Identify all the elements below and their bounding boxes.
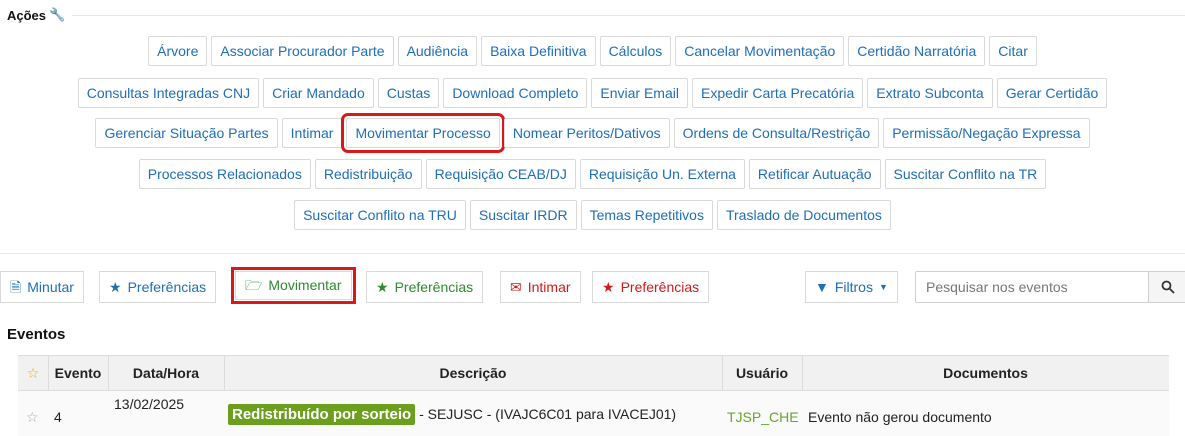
wrench-icon: 🔧 <box>49 7 66 22</box>
preferencias-minutar-button[interactable]: ★ Preferências <box>99 271 217 303</box>
star-header-icon[interactable]: ☆ <box>18 356 48 390</box>
acao-requisicao-un-externa[interactable]: Requisição Un. Externa <box>579 159 745 189</box>
row-star-icon[interactable]: ☆ <box>26 409 39 426</box>
acao-retificar-autuacao[interactable]: Retificar Autuação <box>748 159 881 189</box>
acao-traslado-documentos[interactable]: Traslado de Documentos <box>716 200 891 230</box>
eventos-toolbar: 🗎 Minutar ★ Preferências 🗁 Movimentar ★ … <box>0 267 1185 305</box>
intimar-label: Intimar <box>527 279 571 295</box>
col-documentos[interactable]: Documentos <box>802 356 1169 390</box>
movimentar-label: Movimentar <box>268 277 342 293</box>
eventos-table: ☆ Evento Data/Hora Descrição Usuário Doc… <box>18 355 1169 436</box>
acoes-row-2: Consultas Integradas CNJ Criar Mandado C… <box>0 78 1185 108</box>
acao-suscitar-conflito-tru[interactable]: Suscitar Conflito na TRU <box>294 200 466 230</box>
acao-expedir-carta-precatoria[interactable]: Expedir Carta Precatória <box>691 78 864 108</box>
section-divider <box>0 253 1185 254</box>
acoes-title-text: Ações <box>7 7 47 23</box>
preferencias-label: Preferências <box>394 279 474 295</box>
row-descricao: Redistribuído por sorteio - SEJUSC - (IV… <box>228 404 677 425</box>
acao-citar[interactable]: Citar <box>989 36 1037 66</box>
row-data-hora: 13/02/2025 <box>114 396 185 412</box>
envelope-icon: ✉ <box>510 279 522 295</box>
acao-ordens-consulta-restricao[interactable]: Ordens de Consulta/Restrição <box>673 118 880 148</box>
acao-temas-repetitivos[interactable]: Temas Repetitivos <box>580 200 713 230</box>
acoes-divider <box>72 15 1185 16</box>
star-icon: ★ <box>109 279 122 295</box>
acao-redistribuicao[interactable]: Redistribuição <box>314 159 422 189</box>
row-documentos: Evento não gerou documento <box>808 409 992 425</box>
acao-suscitar-conflito-tr[interactable]: Suscitar Conflito na TR <box>884 159 1047 189</box>
acao-arvore[interactable]: Árvore <box>148 36 208 66</box>
star-icon: ★ <box>376 279 389 295</box>
row-descricao-text: - SEJUSC - (IVAJC6C01 para IVACEJ01) <box>419 406 677 422</box>
minutar-button[interactable]: 🗎 Minutar <box>0 271 84 303</box>
filter-icon: ▼ <box>815 279 829 295</box>
filtros-button[interactable]: ▼ Filtros ▼ <box>805 271 898 303</box>
row-evento: 4 <box>54 409 62 425</box>
search-icon <box>1161 280 1175 294</box>
acao-calculos[interactable]: Cálculos <box>599 36 672 66</box>
acao-intimar[interactable]: Intimar <box>281 118 343 148</box>
folder-arrow-icon: 🗁 <box>245 277 263 293</box>
acao-baixa-definitiva[interactable]: Baixa Definitiva <box>481 36 596 66</box>
acao-permissao-negacao-expressa[interactable]: Permissão/Negação Expressa <box>883 118 1090 148</box>
acoes-row-4: Processos Relacionados Redistribuição Re… <box>0 159 1185 189</box>
acao-processos-relacionados[interactable]: Processos Relacionados <box>138 159 311 189</box>
acao-custas[interactable]: Custas <box>377 78 440 108</box>
acao-nomear-peritos-dativos[interactable]: Nomear Peritos/Dativos <box>503 118 670 148</box>
preferencias-label: Preferências <box>127 279 207 295</box>
acao-audiencia[interactable]: Audiência <box>397 36 478 66</box>
acao-criar-mandado[interactable]: Criar Mandado <box>263 78 374 108</box>
acoes-title: Ações 🔧 <box>7 7 65 23</box>
preferencias-intimar-button[interactable]: ★ Preferências <box>592 271 710 303</box>
acoes-row-1: Árvore Associar Procurador Parte Audiênc… <box>0 36 1185 66</box>
acao-gerar-certidao[interactable]: Gerar Certidão <box>996 78 1108 108</box>
document-icon: 🗎 <box>10 279 22 295</box>
search-button[interactable] <box>1148 271 1185 303</box>
col-evento[interactable]: Evento <box>48 356 108 390</box>
acao-extrato-subconta[interactable]: Extrato Subconta <box>867 78 993 108</box>
acao-suscitar-irdr[interactable]: Suscitar IRDR <box>469 200 577 230</box>
minutar-label: Minutar <box>27 279 74 295</box>
caret-down-icon: ▼ <box>878 282 888 292</box>
row-usuario-link[interactable]: TJSP_CHE <box>727 409 799 425</box>
col-usuario[interactable]: Usuário <box>722 356 802 390</box>
table-row[interactable]: ☆ 4 13/02/2025 Redistribuído por sorteio… <box>18 391 1169 436</box>
acao-consultas-integradas-cnj[interactable]: Consultas Integradas CNJ <box>77 78 260 108</box>
col-descricao[interactable]: Descrição <box>224 356 722 390</box>
eventos-title: Eventos <box>7 326 66 343</box>
eventos-search-input[interactable] <box>915 271 1149 303</box>
col-data-hora[interactable]: Data/Hora <box>108 356 224 390</box>
preferencias-label: Preferências <box>620 279 700 295</box>
acoes-row-5: Suscitar Conflito na TRU Suscitar IRDR T… <box>0 200 1185 230</box>
filtros-label: Filtros <box>834 279 873 295</box>
acao-associar-procurador-parte[interactable]: Associar Procurador Parte <box>211 36 394 66</box>
intimar-button[interactable]: ✉ Intimar <box>500 271 581 303</box>
acoes-panel: Árvore Associar Procurador Parte Audiênc… <box>0 34 1185 250</box>
preferencias-movimentar-button[interactable]: ★ Preferências <box>366 271 484 303</box>
acao-gerenciar-situacao-partes[interactable]: Gerenciar Situação Partes <box>95 118 278 148</box>
status-badge: Redistribuído por sorteio <box>228 404 416 425</box>
acao-download-completo[interactable]: Download Completo <box>443 78 588 108</box>
movimentar-button[interactable]: 🗁 Movimentar <box>231 267 356 304</box>
acao-certidao-narratoria[interactable]: Certidão Narratória <box>848 36 986 66</box>
acao-requisicao-ceab-dj[interactable]: Requisição CEAB/DJ <box>425 159 576 189</box>
acoes-row-3: Gerenciar Situação Partes Intimar Movime… <box>0 113 1185 153</box>
star-icon: ★ <box>602 279 615 295</box>
acao-movimentar-processo[interactable]: Movimentar Processo <box>341 113 505 153</box>
acao-enviar-email[interactable]: Enviar Email <box>591 78 688 108</box>
acao-cancelar-movimentacao[interactable]: Cancelar Movimentação <box>675 36 845 66</box>
